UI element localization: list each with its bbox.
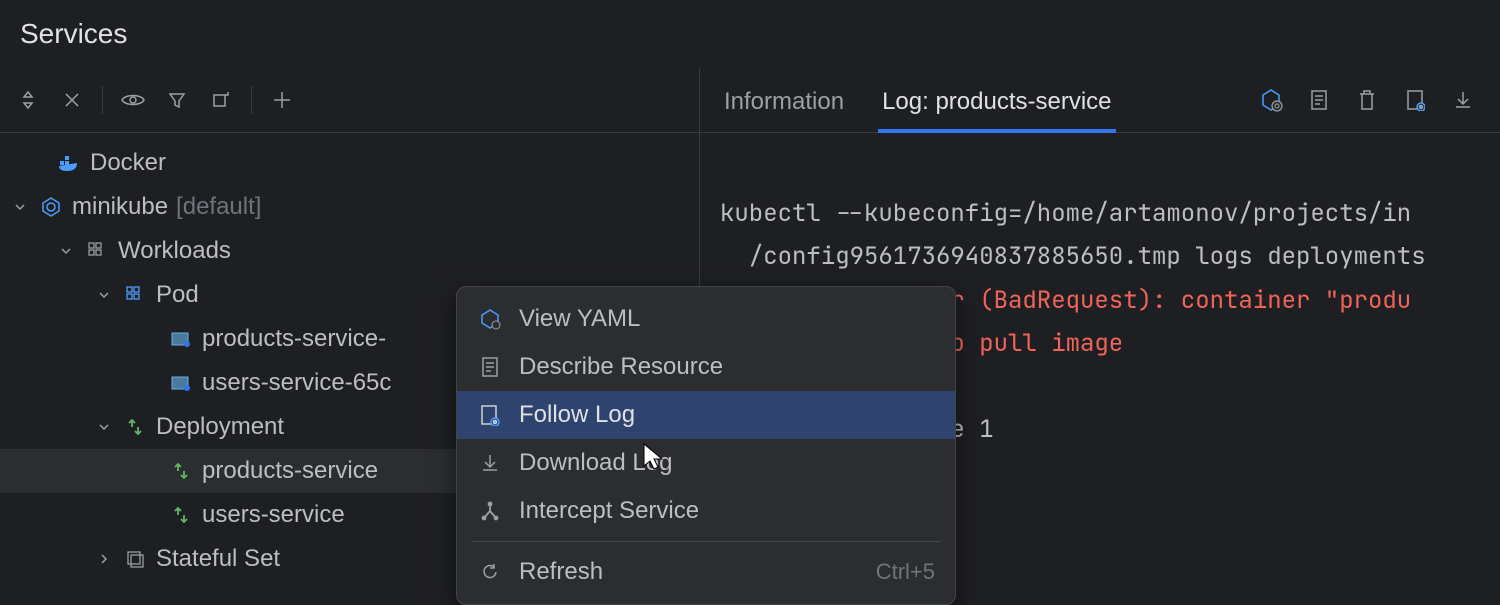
- tab-information[interactable]: Information: [720, 78, 848, 132]
- download-icon[interactable]: [1446, 83, 1480, 117]
- menu-label: View YAML: [519, 305, 935, 333]
- menu-intercept-service[interactable]: Intercept Service: [457, 487, 955, 535]
- tree-label: Pod: [156, 281, 199, 309]
- kubernetes-icon: [38, 196, 64, 218]
- tree-label: Docker: [90, 149, 166, 177]
- context-menu: View YAML Describe Resource Follow Log D…: [456, 286, 956, 605]
- tree-node-docker[interactable]: Docker: [0, 141, 699, 185]
- tree-label: Workloads: [118, 237, 231, 265]
- menu-download-log[interactable]: Download Log: [457, 439, 955, 487]
- chevron-down-icon: [56, 244, 76, 258]
- tree-label-suffix: [default]: [176, 193, 261, 221]
- docker-icon: [56, 153, 82, 173]
- tree-toolbar: [0, 68, 699, 133]
- add-icon[interactable]: [262, 80, 302, 120]
- kubernetes-icon: [477, 308, 503, 330]
- chevron-right-icon: [94, 552, 114, 566]
- deployment-icon: [168, 461, 194, 481]
- container-icon: [168, 374, 194, 392]
- container-icon: [168, 330, 194, 348]
- intercept-icon: [477, 501, 503, 521]
- tab-log[interactable]: Log: products-service: [878, 78, 1115, 132]
- menu-follow-log[interactable]: Follow Log: [457, 391, 955, 439]
- refresh-icon: [477, 562, 503, 582]
- tree-label: products-service-: [202, 325, 386, 353]
- menu-separator: [471, 541, 941, 542]
- tree-label: Deployment: [156, 413, 284, 441]
- delete-icon[interactable]: [1350, 83, 1384, 117]
- resize-icon[interactable]: [201, 80, 241, 120]
- menu-label: Describe Resource: [519, 353, 935, 381]
- menu-label: Intercept Service: [519, 497, 935, 525]
- statefulset-icon: [122, 549, 148, 569]
- tree-label: minikube: [72, 193, 168, 221]
- tabs-bar: Information Log: products-service: [700, 68, 1500, 133]
- menu-describe-resource[interactable]: Describe Resource: [457, 343, 955, 391]
- download-icon: [477, 453, 503, 473]
- deployment-icon: [122, 417, 148, 437]
- follow-log-icon: [477, 404, 503, 426]
- menu-refresh[interactable]: Refresh Ctrl+5: [457, 548, 955, 596]
- document-icon: [477, 356, 503, 378]
- menu-label: Download Log: [519, 449, 935, 477]
- tree-label: users-service-65c: [202, 369, 391, 397]
- tree-node-workloads[interactable]: Workloads: [0, 229, 699, 273]
- show-icon[interactable]: [113, 80, 153, 120]
- collapse-all-icon[interactable]: [52, 80, 92, 120]
- filter-icon[interactable]: [157, 80, 197, 120]
- chevron-down-icon: [94, 288, 114, 302]
- menu-shortcut: Ctrl+5: [876, 559, 935, 585]
- pod-icon: [122, 285, 148, 305]
- deployment-icon: [168, 505, 194, 525]
- tree-label: products-service: [202, 457, 378, 485]
- toolbar-separator: [102, 86, 103, 114]
- menu-view-yaml[interactable]: View YAML: [457, 295, 955, 343]
- chevron-down-icon: [94, 420, 114, 434]
- describe-icon[interactable]: [1302, 83, 1336, 117]
- chevron-down-icon: [10, 200, 30, 214]
- grid-icon: [84, 241, 110, 261]
- follow-log-icon[interactable]: [1398, 83, 1432, 117]
- tree-label: Stateful Set: [156, 545, 280, 573]
- menu-label: Refresh: [519, 558, 860, 586]
- log-line: kubectl --kubeconfig=/home/artamonov/pro…: [720, 198, 1411, 229]
- toolbar-separator: [251, 86, 252, 114]
- page-title: Services: [0, 0, 1500, 68]
- tree-node-minikube[interactable]: minikube [default]: [0, 185, 699, 229]
- expand-all-icon[interactable]: [8, 80, 48, 120]
- tree-label: users-service: [202, 501, 345, 529]
- kubernetes-settings-icon[interactable]: [1254, 83, 1288, 117]
- log-line: /config9561736940837885650.tmp logs depl…: [720, 241, 1426, 272]
- menu-label: Follow Log: [519, 401, 935, 429]
